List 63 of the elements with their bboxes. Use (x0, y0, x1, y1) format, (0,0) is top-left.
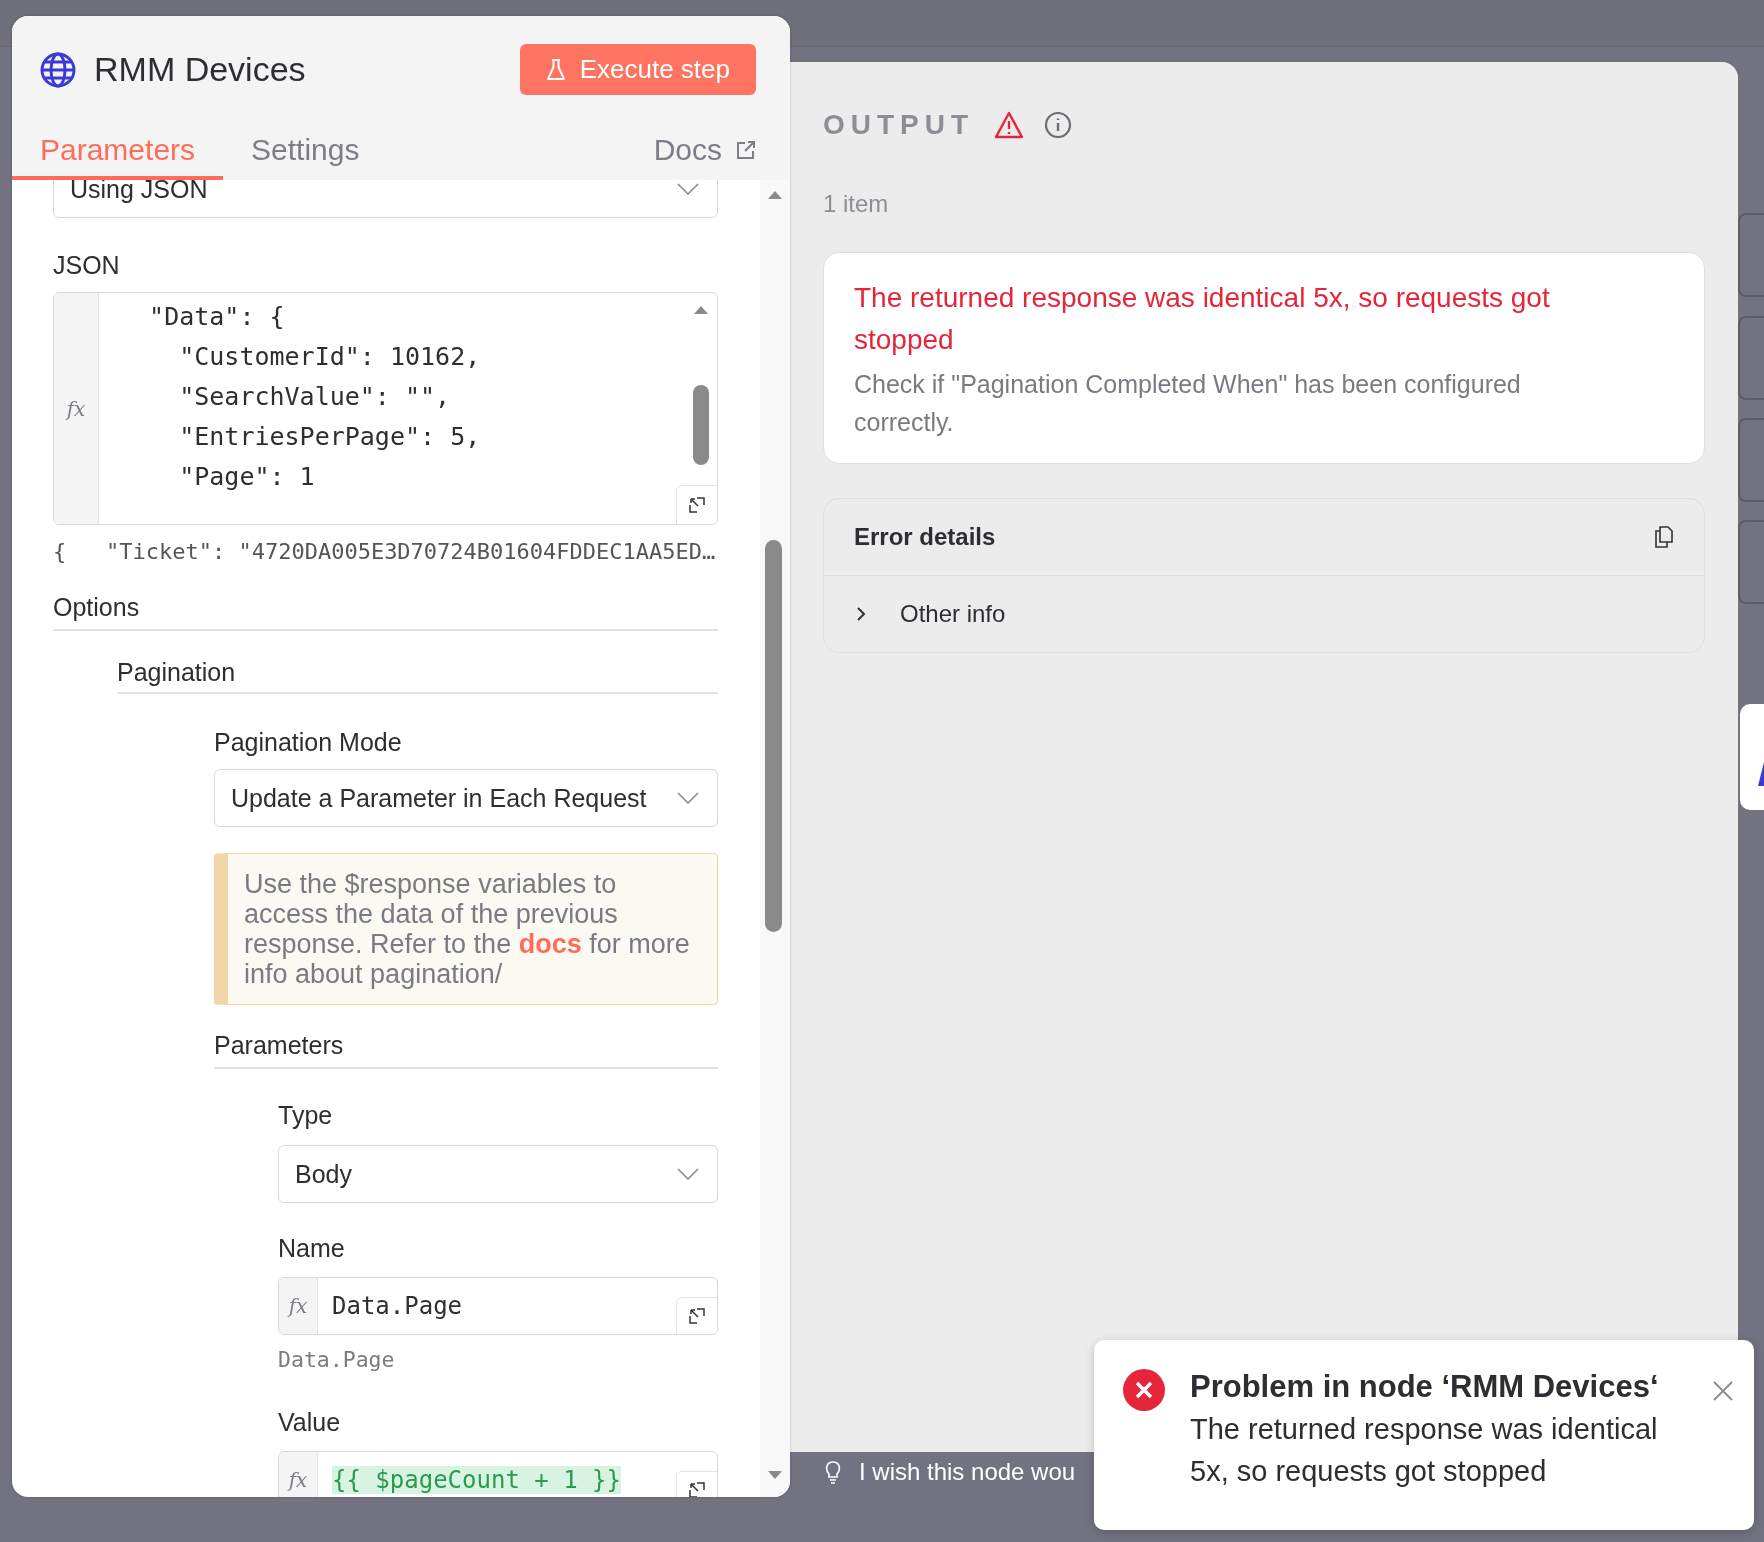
item-count: 1 item (823, 190, 890, 218)
expand-button[interactable] (676, 1297, 717, 1334)
error-title: The returned response was identical 5x, so requests got stopped (854, 281, 1551, 357)
lightbulb-icon (825, 1460, 841, 1484)
output-title: OUTPUT (823, 109, 975, 141)
scroll-down-icon[interactable] (767, 1470, 783, 1480)
fx-label: fx (288, 1294, 308, 1318)
toast-title: Problem in node ‘RMM Devices‘ (1190, 1370, 1660, 1404)
flask-icon (545, 57, 566, 82)
code-line: "Page": 1 (178, 461, 315, 493)
json-preview: { "Ticket": "4720DA005E3D70724B01604FDDEC1AA5ED… (53, 538, 717, 566)
chevron-down-icon (677, 792, 699, 804)
docs-link[interactable]: Docs (653, 124, 756, 180)
scrollbar-thumb[interactable] (693, 385, 709, 465)
notice-text: Use the $response variables to access the data of the previous response. Refer to the docs for more info about pagination/ (244, 869, 690, 989)
field-label: Pagination Mode (214, 728, 403, 756)
node-icon (1758, 762, 1764, 786)
fx-label: fx (66, 396, 86, 421)
expand-icon (688, 1481, 706, 1497)
fx-label: fx (288, 1468, 308, 1492)
toast-message: The returned response was identical 5x, so requests got stopped (1190, 1412, 1659, 1489)
error-icon (1122, 1368, 1166, 1412)
scroll-up-icon[interactable] (693, 305, 709, 315)
tab[interactable]: Settings (223, 124, 388, 180)
scrollbar-thumb[interactable] (765, 540, 782, 932)
code-editor[interactable]: fx "Data": { "CustomerId": 10162, "SearchValue": "", "EntriesPerPage": 5, "Page": 1 (53, 292, 718, 525)
error-description: Check if "Pagination Completed When" has been configured correctly. (854, 369, 1522, 438)
section-heading: Pagination (117, 658, 718, 694)
expand-icon (688, 496, 706, 514)
external-link-icon (736, 140, 756, 160)
section-heading: Parameters (214, 1031, 718, 1069)
close-icon (1712, 1380, 1734, 1402)
node-title: RMM Devices (94, 50, 306, 89)
copy-icon[interactable] (1654, 526, 1674, 548)
code-line: "CustomerId": 10162, (178, 341, 481, 373)
error-details-title: Error details (854, 523, 996, 551)
docs-link[interactable]: docs (518, 929, 582, 959)
select-field[interactable]: Update a Parameter in Each Request (214, 769, 718, 827)
chevron-down-icon (677, 1168, 699, 1180)
scrollbar-track[interactable] (760, 180, 790, 1497)
expand-icon (688, 1307, 706, 1325)
globe-icon (40, 51, 76, 88)
feedback-text[interactable]: I wish this node wou (859, 1458, 1076, 1486)
field-label: Value (278, 1408, 342, 1436)
execute-step-button[interactable]: Execute step (519, 44, 756, 95)
expression-field[interactable]: fx Data.Page (278, 1277, 718, 1335)
details-row[interactable]: Other info (824, 576, 1704, 652)
info-icon[interactable] (1044, 111, 1073, 139)
scroll-up-icon[interactable] (767, 190, 783, 200)
section-heading: Options (53, 593, 718, 631)
code-line: "SearchValue": "", (178, 381, 451, 413)
code-line: "EntriesPerPage": 5, (178, 421, 481, 453)
warning-icon (994, 111, 1025, 139)
field-label: Name (278, 1234, 346, 1262)
field-label: JSON (53, 251, 121, 279)
select-field[interactable]: Body (278, 1145, 718, 1203)
code-line: "Data": { (148, 301, 285, 333)
chevron-down-icon (677, 183, 699, 195)
select-field[interactable]: Using JSON (53, 180, 718, 218)
field-label: Type (278, 1101, 334, 1129)
expand-button[interactable] (676, 485, 717, 524)
expression-field[interactable]: fx {{ $pageCount + 1 }} (278, 1451, 718, 1497)
field-hint: Data.Page (278, 1347, 396, 1373)
